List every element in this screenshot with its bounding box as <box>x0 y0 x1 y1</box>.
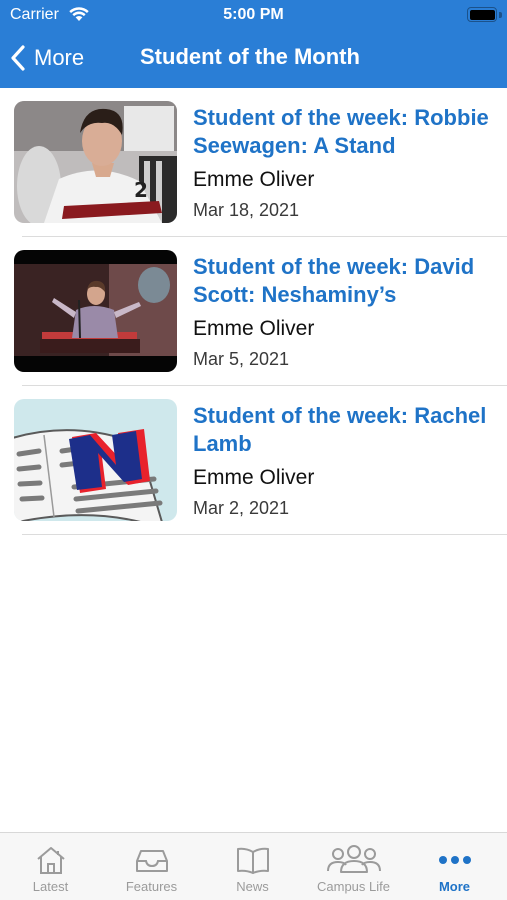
article-title: Student of the week: David Scott: Nesham… <box>193 254 475 307</box>
battery-icon <box>467 7 497 22</box>
list-item[interactable]: Student of the week: Rachel Lamb Emme Ol… <box>0 386 507 535</box>
tab-features-label: Features <box>125 879 178 894</box>
status-bar: Carrier 5:00 PM <box>0 0 507 30</box>
article-thumbnail <box>14 250 177 372</box>
tab-news-label: News <box>236 879 269 894</box>
tab-news[interactable]: News <box>202 833 303 900</box>
status-time: 5:00 PM <box>223 6 284 23</box>
article-author: Emme Oliver <box>193 317 315 340</box>
article-list: 2 Student of the week: Robbie Seewagen: … <box>0 88 507 535</box>
article-thumbnail <box>14 399 177 521</box>
article-author: Emme Oliver <box>193 168 315 191</box>
battery-tip <box>499 12 502 18</box>
tab-campus-life-label: Campus Life <box>317 879 390 894</box>
svg-text:2: 2 <box>134 178 148 202</box>
article-author: Emme Oliver <box>193 466 315 489</box>
article-thumbnail: 2 <box>14 101 177 223</box>
book-icon <box>236 847 269 874</box>
divider <box>22 534 507 535</box>
tab-more[interactable]: More <box>404 833 505 900</box>
ellipsis-icon <box>438 856 471 864</box>
tab-more-label: More <box>438 879 471 894</box>
article-title: Student of the week: Robbie Seewagen: A … <box>193 105 489 158</box>
tab-features[interactable]: Features <box>101 833 202 900</box>
page-title: Student of the Month <box>140 44 360 69</box>
tab-latest[interactable]: Latest <box>0 833 101 900</box>
tray-icon <box>135 850 168 872</box>
tab-campus-life[interactable]: Campus Life <box>303 833 404 900</box>
list-item[interactable]: Student of the week: David Scott: Nesham… <box>0 237 507 386</box>
chevron-left-icon <box>11 45 25 71</box>
list-item[interactable]: 2 Student of the week: Robbie Seewagen: … <box>0 88 507 237</box>
back-button-label: More <box>34 45 85 70</box>
article-date: Mar 2, 2021 <box>193 498 290 518</box>
back-button[interactable]: More <box>10 42 84 74</box>
people-icon <box>326 845 381 873</box>
header: Carrier 5:00 PM More Student of the Mont… <box>0 0 507 88</box>
article-title: Student of the week: Rachel Lamb <box>193 403 487 456</box>
article-date: Mar 5, 2021 <box>193 349 290 369</box>
article-date: Mar 18, 2021 <box>193 200 300 220</box>
tab-latest-label: Latest <box>32 879 69 894</box>
tab-bar: Latest Features News Campus Life More <box>0 832 507 900</box>
house-icon <box>36 847 65 874</box>
